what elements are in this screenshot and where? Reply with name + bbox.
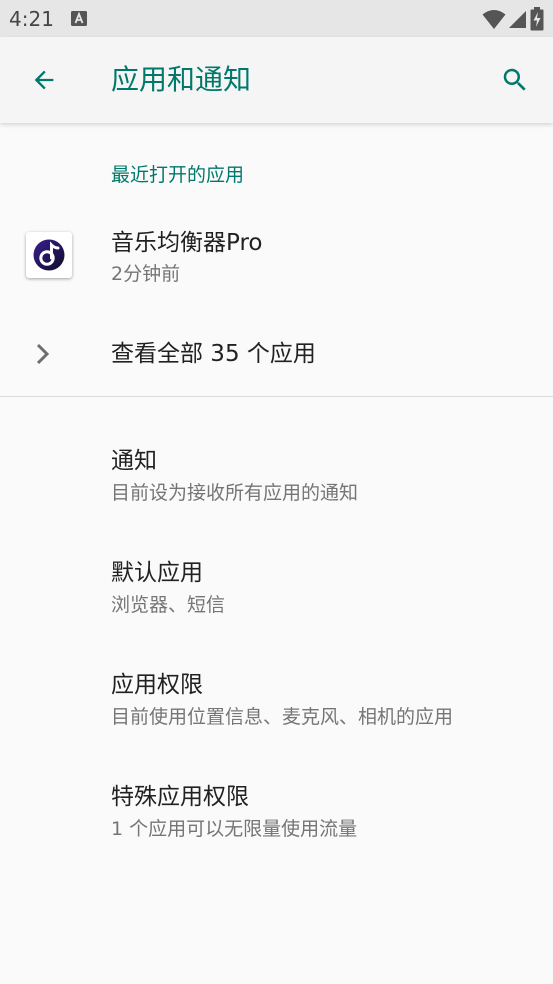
battery-charging-icon bbox=[530, 7, 544, 31]
music-note-icon bbox=[33, 239, 65, 271]
search-icon bbox=[503, 68, 526, 91]
settings-item-summary: 浏览器、短信 bbox=[111, 594, 226, 616]
see-all-apps-label: 查看全部 35 个应用 bbox=[111, 341, 316, 367]
notification-a-icon bbox=[71, 11, 87, 26]
chevron-right-icon bbox=[36, 343, 50, 365]
see-all-apps-row[interactable]: 查看全部 35 个应用 bbox=[0, 320, 553, 390]
settings-item-default-apps[interactable]: 默认应用 浏览器、短信 bbox=[0, 542, 553, 642]
back-button[interactable] bbox=[22, 58, 66, 102]
settings-item-special-access[interactable]: 特殊应用权限 1 个应用可以无限量使用流量 bbox=[0, 766, 553, 866]
screen: 4:21 应用和通知 最近打开的应用 音乐均衡器Pro 2分钟前 查看全部 35… bbox=[0, 0, 553, 984]
settings-item-app-permissions[interactable]: 应用权限 目前使用位置信息、麦克风、相机的应用 bbox=[0, 654, 553, 754]
app-last-used: 2分钟前 bbox=[111, 263, 181, 285]
recent-app-row[interactable]: 音乐均衡器Pro 2分钟前 bbox=[0, 212, 553, 300]
settings-item-title: 通知 bbox=[111, 448, 157, 474]
settings-item-summary: 1 个应用可以无限量使用流量 bbox=[111, 818, 358, 840]
settings-item-summary: 目前设为接收所有应用的通知 bbox=[111, 482, 359, 504]
arrow-back-icon bbox=[34, 70, 54, 90]
signal-icon bbox=[509, 11, 526, 28]
app-name: 音乐均衡器Pro bbox=[111, 230, 263, 256]
search-button[interactable] bbox=[493, 58, 537, 102]
app-bar: 应用和通知 bbox=[0, 37, 553, 123]
settings-item-title: 应用权限 bbox=[111, 672, 203, 698]
settings-item-title: 默认应用 bbox=[111, 560, 203, 586]
page-title: 应用和通知 bbox=[111, 63, 252, 96]
status-time: 4:21 bbox=[9, 7, 54, 31]
wifi-icon bbox=[482, 10, 506, 29]
status-icons bbox=[482, 7, 544, 31]
status-bar: 4:21 bbox=[0, 0, 553, 37]
settings-item-summary: 目前使用位置信息、麦克风、相机的应用 bbox=[111, 706, 454, 728]
app-icon bbox=[26, 232, 72, 278]
recent-apps-header: 最近打开的应用 bbox=[111, 164, 245, 186]
divider bbox=[0, 396, 553, 397]
settings-item-notifications[interactable]: 通知 目前设为接收所有应用的通知 bbox=[0, 430, 553, 530]
settings-item-title: 特殊应用权限 bbox=[111, 784, 249, 810]
